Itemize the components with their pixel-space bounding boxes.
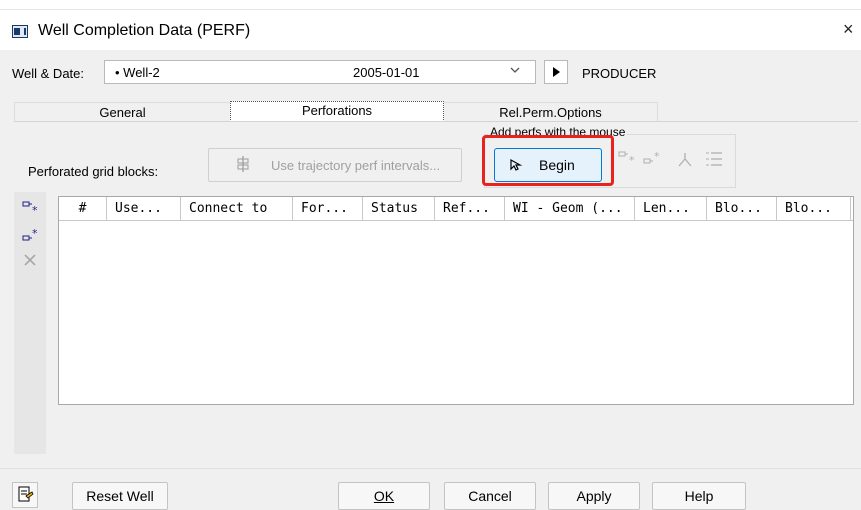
well-date-combo[interactable]: • Well-2 2005-01-01: [104, 60, 536, 84]
tab-general[interactable]: General: [14, 102, 230, 122]
window-title: Well Completion Data (PERF): [38, 22, 251, 39]
trajectory-icon: [235, 155, 251, 178]
cancel-button[interactable]: Cancel: [444, 482, 536, 510]
well-date-label: Well & Date:: [12, 66, 85, 81]
tab-rel-perm-options[interactable]: Rel.Perm.Options: [444, 102, 658, 122]
date-value: 2005-01-01: [353, 65, 420, 80]
col-header-use[interactable]: Use...: [107, 197, 181, 221]
close-icon[interactable]: ×: [843, 19, 854, 39]
add-row-icon[interactable]: *: [22, 200, 40, 219]
col-header-length[interactable]: Len...: [635, 197, 707, 221]
notepad-icon[interactable]: [12, 482, 38, 508]
apply-button[interactable]: Apply: [548, 482, 640, 510]
svg-text:*: *: [32, 228, 38, 240]
use-trajectory-button[interactable]: Use trajectory perf intervals...: [208, 148, 462, 182]
insert-perf-icon[interactable]: *: [643, 150, 665, 171]
table-header: # Use... Connect to For... Status Ref...…: [59, 197, 853, 221]
reset-well-button[interactable]: Reset Well: [72, 482, 168, 510]
help-button[interactable]: Help: [652, 482, 746, 510]
svg-text:*: *: [629, 154, 635, 167]
tree-icon[interactable]: [676, 150, 694, 171]
left-toolbar: * *: [14, 192, 46, 454]
col-header-ref[interactable]: Ref...: [435, 197, 505, 221]
col-header-form[interactable]: For...: [293, 197, 363, 221]
add-perf-icon[interactable]: *: [618, 150, 638, 171]
well-value: • Well-2: [115, 65, 160, 80]
list-icon[interactable]: [704, 150, 724, 171]
svg-text:*: *: [654, 150, 660, 163]
col-header-status[interactable]: Status: [363, 197, 435, 221]
col-header-connect-to[interactable]: Connect to: [181, 197, 293, 221]
play-icon[interactable]: [544, 60, 568, 84]
tab-divider: [14, 121, 858, 122]
col-header-block-1[interactable]: Blo...: [707, 197, 777, 221]
perforated-grid-blocks-label: Perforated grid blocks:: [28, 164, 159, 179]
well-type: PRODUCER: [582, 66, 657, 81]
ok-button[interactable]: OK: [338, 482, 430, 510]
chevron-down-icon[interactable]: [509, 64, 521, 79]
insert-row-icon[interactable]: *: [22, 227, 40, 247]
highlight-box: [482, 135, 614, 186]
col-header-number[interactable]: #: [59, 197, 107, 221]
col-header-block-2[interactable]: Blo...: [777, 197, 851, 221]
app-icon: [12, 25, 28, 38]
bottom-divider: [0, 468, 861, 469]
use-trajectory-label: Use trajectory perf intervals...: [271, 158, 441, 173]
tab-perforations[interactable]: Perforations: [230, 101, 444, 122]
perforations-table[interactable]: # Use... Connect to For... Status Ref...…: [58, 196, 854, 405]
svg-text:*: *: [32, 204, 38, 216]
col-header-wi-geom[interactable]: WI - Geom (...: [505, 197, 635, 221]
delete-perf-icon[interactable]: [22, 252, 38, 271]
